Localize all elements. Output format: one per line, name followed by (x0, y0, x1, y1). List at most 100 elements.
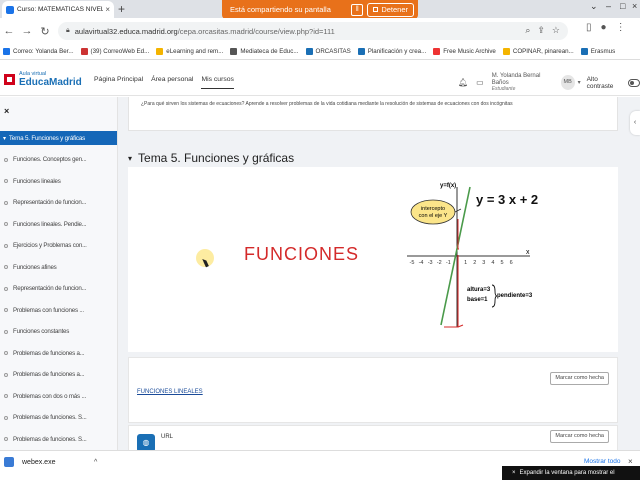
bookmark-icon (80, 48, 88, 55)
chevron-down-icon[interactable]: ⌄ (590, 1, 598, 12)
browser-tab[interactable]: Curso: MATEMATICAS NIVEL II D × (2, 1, 114, 18)
window-close-icon[interactable]: × (632, 1, 637, 11)
block-drawer-toggle[interactable]: ‹ (630, 111, 640, 135)
drawer-item[interactable]: Funciones lineales (0, 171, 117, 193)
section-title: Tema 5. Funciones y gráficas (138, 151, 295, 165)
chevron-down-icon[interactable]: ▾ (128, 154, 132, 163)
extension-icon[interactable]: ▯ (586, 22, 592, 33)
run-label: base=1 (467, 297, 488, 303)
drawer-item[interactable]: Problemas con dos o más ... (0, 386, 117, 408)
menu-icon[interactable]: ⋮ (616, 22, 626, 33)
search-icon[interactable]: ⌕ (525, 25, 530, 36)
avatar[interactable]: MB (560, 75, 575, 91)
share-icon[interactable]: ⇪ (537, 25, 545, 36)
bookmark-label: COPINAR, pinarean... (512, 48, 574, 55)
completion-circle-icon (4, 329, 8, 334)
lock-icon[interactable]: 🔒︎ (66, 27, 70, 35)
completion-circle-icon (4, 437, 8, 442)
drawer-item-label: Funciones. Conceptos gen... (13, 156, 87, 164)
intercept-label-1: intercepto (421, 206, 445, 212)
chevron-up-icon[interactable]: ^ (94, 459, 97, 466)
bookmark-item[interactable]: COPINAR, pinarean... (502, 48, 574, 55)
drawer-item[interactable]: Problemas de funciones a... (0, 364, 117, 386)
nav-dashboard[interactable]: Área personal (151, 76, 193, 89)
maximize-icon[interactable]: □ (620, 1, 625, 11)
profile-icon[interactable]: ● (601, 22, 607, 33)
drawer-item[interactable]: Representación de funcion... (0, 278, 117, 300)
completion-circle-icon (4, 415, 8, 420)
x-tick-label: 5 (501, 260, 504, 266)
x-tick-label: 6 (510, 260, 513, 266)
nav-home[interactable]: Página Principal (94, 76, 143, 89)
chat-icon[interactable]: ▭ (476, 78, 484, 87)
course-index-drawer: × ▾ Tema 5. Funciones y gráficas Funcion… (0, 97, 118, 450)
drawer-item[interactable]: Funciones afines (0, 257, 117, 279)
close-icon: × (512, 470, 516, 476)
close-shelf-icon[interactable]: × (628, 457, 633, 466)
drawer-section-tema5[interactable]: ▾ Tema 5. Funciones y gráficas (0, 131, 117, 145)
drawer-item-label: Funciones lineales (13, 177, 61, 185)
bookmark-item[interactable]: (39) CorreoWeb Ed... (80, 48, 149, 55)
drawer-item-label: Problemas de funciones a... (13, 349, 85, 357)
bookmark-item[interactable]: Mediateca de Educ... (230, 48, 299, 55)
show-all-button[interactable]: Mostrar todo (584, 458, 621, 465)
bookmark-item[interactable]: Erasmus (580, 48, 616, 55)
bookmark-label: ORCASITAS (315, 48, 351, 55)
stop-share-button[interactable]: Detener (367, 2, 414, 17)
drawer-item[interactable]: Problemas de funciones. S... (0, 429, 117, 451)
forward-icon[interactable]: → (18, 25, 36, 37)
download-item[interactable]: webex.exe (4, 457, 55, 467)
nav-my-courses[interactable]: Mis cursos (201, 76, 234, 89)
drawer-item[interactable]: Funciones constantes (0, 321, 117, 343)
bookmark-item[interactable]: eLearning and rem... (156, 48, 223, 55)
tooltip-text: Expandir la ventana para mostrar el (519, 470, 615, 476)
bell-icon[interactable]: 🔔︎ (458, 78, 468, 87)
contrast-toggle[interactable] (627, 78, 640, 87)
drawer-item[interactable]: Ejercicios y Problemas con... (0, 235, 117, 257)
drawer-item[interactable]: Problemas con funciones ... (0, 300, 117, 322)
address-bar[interactable]: 🔒︎ aulavirtual32.educa.madrid.org/cepa.o… (58, 22, 568, 40)
stop-icon (373, 7, 379, 12)
completion-circle-icon (4, 179, 8, 184)
x-tick-label: 1 (464, 260, 467, 266)
bookmark-label: Correo: Yolanda Ber... (13, 48, 74, 55)
bookmark-item[interactable]: ORCASITAS (305, 48, 351, 55)
chevron-down-icon[interactable]: ▾ (578, 79, 581, 86)
bookmark-item[interactable]: Correo: Yolanda Ber... (3, 48, 74, 55)
x-tick-label: -1 (446, 260, 451, 266)
close-drawer-icon[interactable]: × (4, 106, 9, 116)
drawer-item[interactable]: Problemas de funciones a... (0, 343, 117, 365)
new-tab-button[interactable]: + (118, 2, 125, 16)
mark-done-button[interactable]: Marcar como hecha (550, 372, 609, 385)
intercept-callout (410, 199, 456, 225)
bookmark-item[interactable]: Free Music Archive (433, 48, 496, 55)
completion-circle-icon (4, 157, 8, 162)
intercept-marker (457, 219, 459, 250)
course-main: ¿Para qué sirven los sistemas de ecuacio… (118, 97, 640, 450)
moodle-favicon-icon (6, 5, 14, 14)
tab-close-icon[interactable]: × (105, 5, 110, 14)
previous-section-card: ¿Para qué sirven los sistemas de ecuacio… (128, 97, 618, 131)
section-heading[interactable]: ▾ Tema 5. Funciones y gráficas (128, 151, 294, 165)
pause-icon[interactable]: ‖ (351, 3, 364, 16)
star-icon[interactable]: ☆ (552, 25, 560, 36)
chevron-down-icon[interactable]: ▾ (3, 135, 6, 142)
reload-icon[interactable]: ↻ (36, 25, 54, 38)
drawer-item[interactable]: Problemas de funciones. S... (0, 407, 117, 429)
bookmark-label: Planificación y crea... (367, 48, 427, 55)
minimize-icon[interactable]: – (606, 1, 611, 11)
drawer-item[interactable]: Funciones. Conceptos gen... (0, 149, 117, 171)
drawer-item[interactable]: Representación de funcion... (0, 192, 117, 214)
educamadrid-logo[interactable]: Aula virtual EducaMadrid (4, 71, 82, 88)
bookmark-item[interactable]: Planificación y crea... (357, 48, 427, 55)
completion-circle-icon (4, 243, 8, 248)
bookmark-icon (156, 48, 164, 55)
download-filename: webex.exe (22, 458, 56, 466)
activity-type-label: URL (161, 434, 174, 440)
mark-done-button[interactable]: Marcar como hecha (550, 430, 609, 443)
bookmark-label: Erasmus (590, 48, 616, 55)
back-icon[interactable]: ← (0, 25, 18, 37)
drawer-item[interactable]: Funciones lineales. Pendie... (0, 214, 117, 236)
activity-link-funciones-lineales[interactable]: FUNCIONES LINEALES (137, 389, 203, 395)
drawer-item-label: Funciones lineales. Pendie... (13, 220, 87, 228)
